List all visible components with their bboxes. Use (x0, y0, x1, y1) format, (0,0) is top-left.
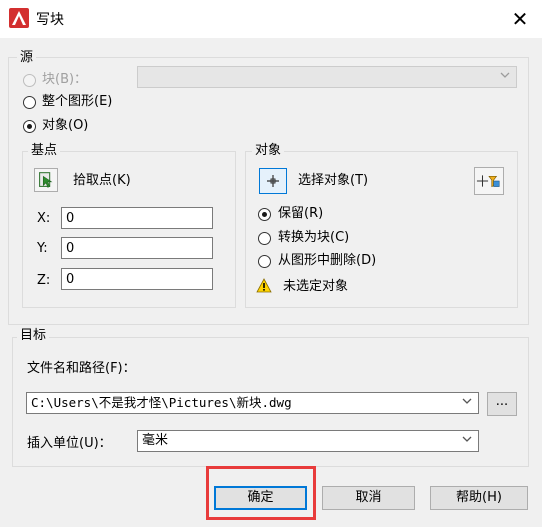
warning-text: 未选定对象 (283, 279, 349, 294)
source-group-label: 源 (17, 50, 37, 66)
x-label: X: (37, 211, 51, 226)
retain-label: 保留(R) (278, 206, 324, 221)
destination-group-label: 目标 (17, 328, 50, 344)
highlight-box (206, 466, 316, 520)
chevron-down-icon (462, 398, 472, 404)
chevron-down-icon (462, 436, 472, 442)
chevron-down-icon (500, 72, 510, 78)
y-label: Y: (37, 241, 48, 256)
block-name-dropdown[interactable] (137, 66, 517, 88)
warning-icon (256, 278, 272, 293)
select-objects-label: 选择对象(T) (298, 173, 369, 188)
insert-units-value: 毫米 (142, 433, 169, 448)
objects-radio-label: 对象(O) (42, 118, 89, 133)
browse-button[interactable]: ... (487, 392, 517, 416)
insert-units-dropdown[interactable]: 毫米 (137, 430, 479, 452)
x-coordinate-input[interactable]: 0 (61, 207, 213, 229)
insert-units-label: 插入单位(U)： (27, 436, 112, 451)
filename-label: 文件名和路径(F)： (27, 361, 136, 376)
z-label: Z: (37, 273, 51, 288)
select-objects-button[interactable] (259, 168, 287, 194)
retain-radio[interactable] (258, 208, 271, 221)
delete-from-drawing-label: 从图形中删除(D) (278, 253, 377, 268)
entire-drawing-radio[interactable] (23, 96, 36, 109)
block-radio[interactable] (23, 74, 36, 87)
filename-value: C:\Users\不是我才怪\Pictures\新块.dwg (31, 395, 292, 410)
objects-radio[interactable] (23, 120, 36, 133)
quick-select-icon (476, 175, 500, 188)
window-title: 写块 (36, 12, 64, 28)
y-coordinate-value: 0 (66, 241, 75, 256)
entire-drawing-label: 整个图形(E) (42, 94, 113, 109)
z-coordinate-input[interactable]: 0 (61, 268, 213, 290)
close-button[interactable]: ✕ (506, 6, 534, 32)
delete-from-drawing-radio[interactable] (258, 255, 271, 268)
convert-to-block-radio[interactable] (258, 232, 271, 245)
z-coordinate-value: 0 (66, 272, 75, 287)
convert-to-block-label: 转换为块(C) (278, 230, 350, 245)
quick-select-button[interactable] (474, 167, 504, 195)
autocad-logo-icon (9, 8, 29, 28)
crosshair-icon (267, 175, 279, 187)
help-button[interactable]: 帮助(H) (430, 486, 528, 510)
base-point-group-label: 基点 (28, 143, 61, 159)
pick-point-icon (39, 172, 53, 188)
x-coordinate-value: 0 (66, 211, 75, 226)
y-coordinate-input[interactable]: 0 (61, 237, 213, 259)
pick-point-label: 拾取点(K) (73, 173, 131, 188)
block-radio-label: 块(B)： (42, 72, 88, 87)
title-bar: 写块 ✕ (0, 0, 542, 38)
cancel-button[interactable]: 取消 (322, 486, 415, 510)
filename-combobox[interactable]: C:\Users\不是我才怪\Pictures\新块.dwg (26, 392, 479, 414)
pick-point-button[interactable] (34, 168, 58, 192)
objects-group-label: 对象 (252, 143, 285, 159)
